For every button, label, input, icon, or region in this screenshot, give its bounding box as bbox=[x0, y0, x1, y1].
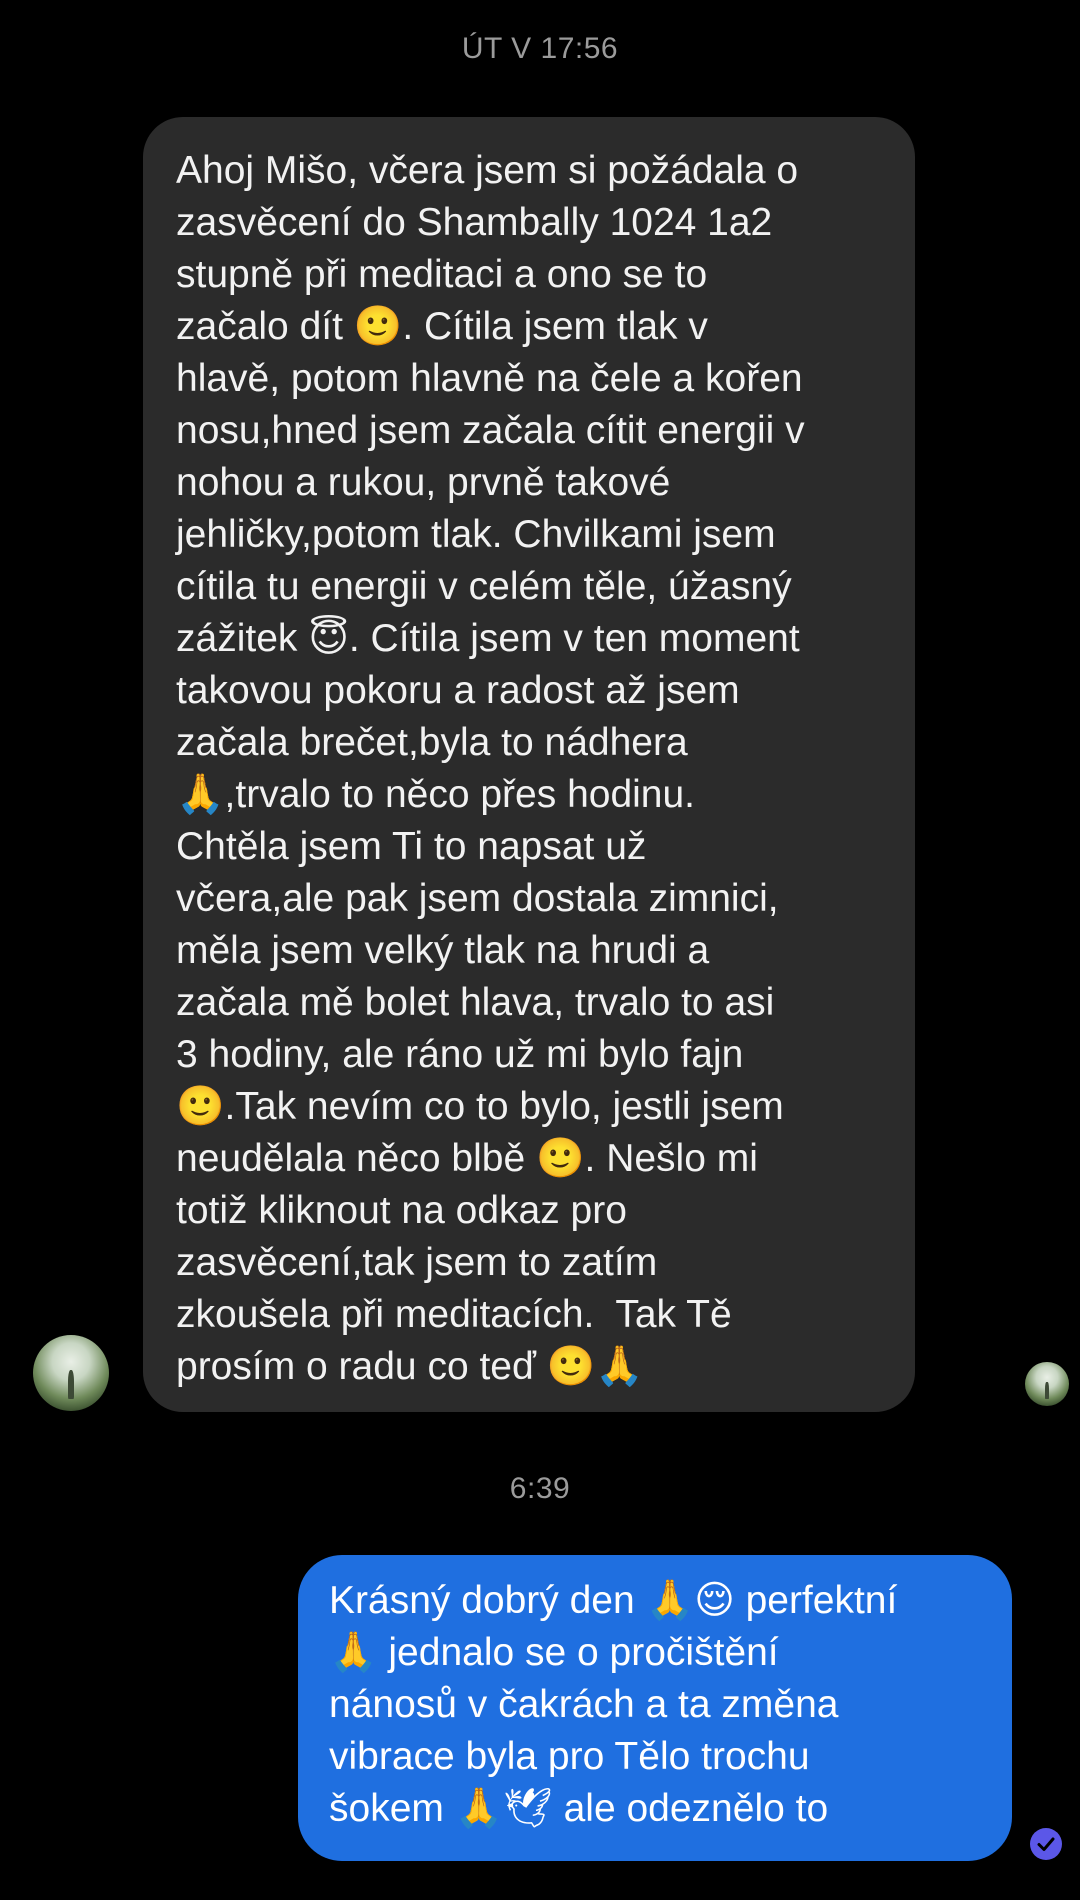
seen-avatar bbox=[1025, 1362, 1069, 1406]
check-circle-icon bbox=[1030, 1828, 1062, 1860]
message-timestamp: ÚT V 17:56 bbox=[461, 32, 619, 65]
outgoing-message-bubble[interactable]: Krásný dobrý den 🙏😌 perfektní 🙏 jednalo … bbox=[298, 1555, 1012, 1861]
avatar-figure bbox=[1045, 1382, 1049, 1399]
avatar-figure bbox=[67, 1369, 75, 1399]
message-timestamp: 6:39 bbox=[509, 1472, 571, 1505]
contact-avatar[interactable] bbox=[33, 1335, 109, 1411]
incoming-message-bubble[interactable]: Ahoj Mišo, včera jsem si požádala o zasv… bbox=[143, 117, 915, 1412]
